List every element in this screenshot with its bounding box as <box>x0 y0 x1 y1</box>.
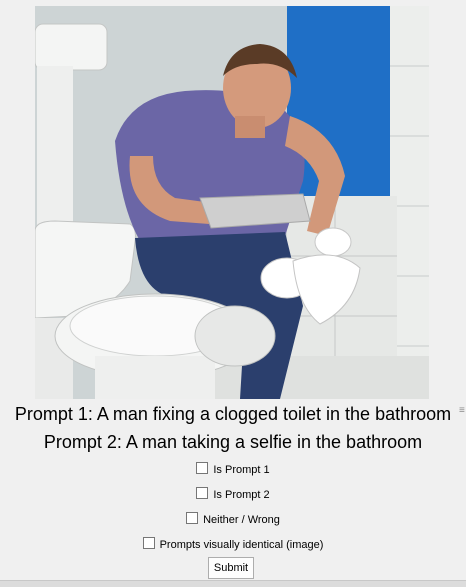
option-neither-wrong[interactable]: Neither / Wrong <box>0 512 466 526</box>
submit-button[interactable]: Submit <box>208 557 254 579</box>
option-label: Neither / Wrong <box>203 514 280 526</box>
option-label: Prompts visually identical (image) <box>159 539 324 551</box>
app-window: ≡ Prompt 1: A man fixing a clogged toile… <box>0 0 466 587</box>
option-label: Is Prompt 2 <box>213 489 270 501</box>
checkbox-is-prompt-2[interactable] <box>196 487 209 499</box>
option-prompts-identical[interactable]: Prompts visually identical (image) <box>0 537 466 551</box>
generated-image <box>35 6 429 399</box>
option-label: Is Prompt 1 <box>213 464 270 476</box>
checkbox-is-prompt-1[interactable] <box>196 462 209 474</box>
option-is-prompt-2[interactable]: Is Prompt 2 <box>0 487 466 501</box>
checkbox-neither-wrong[interactable] <box>186 512 199 524</box>
prompt-2-text: Prompt 2: A man taking a selfie in the b… <box>43 432 423 452</box>
prompt-1-text: Prompt 1: A man fixing a clogged toilet … <box>14 404 452 424</box>
option-is-prompt-1[interactable]: Is Prompt 1 <box>0 462 466 476</box>
checkbox-prompts-identical[interactable] <box>142 537 155 549</box>
